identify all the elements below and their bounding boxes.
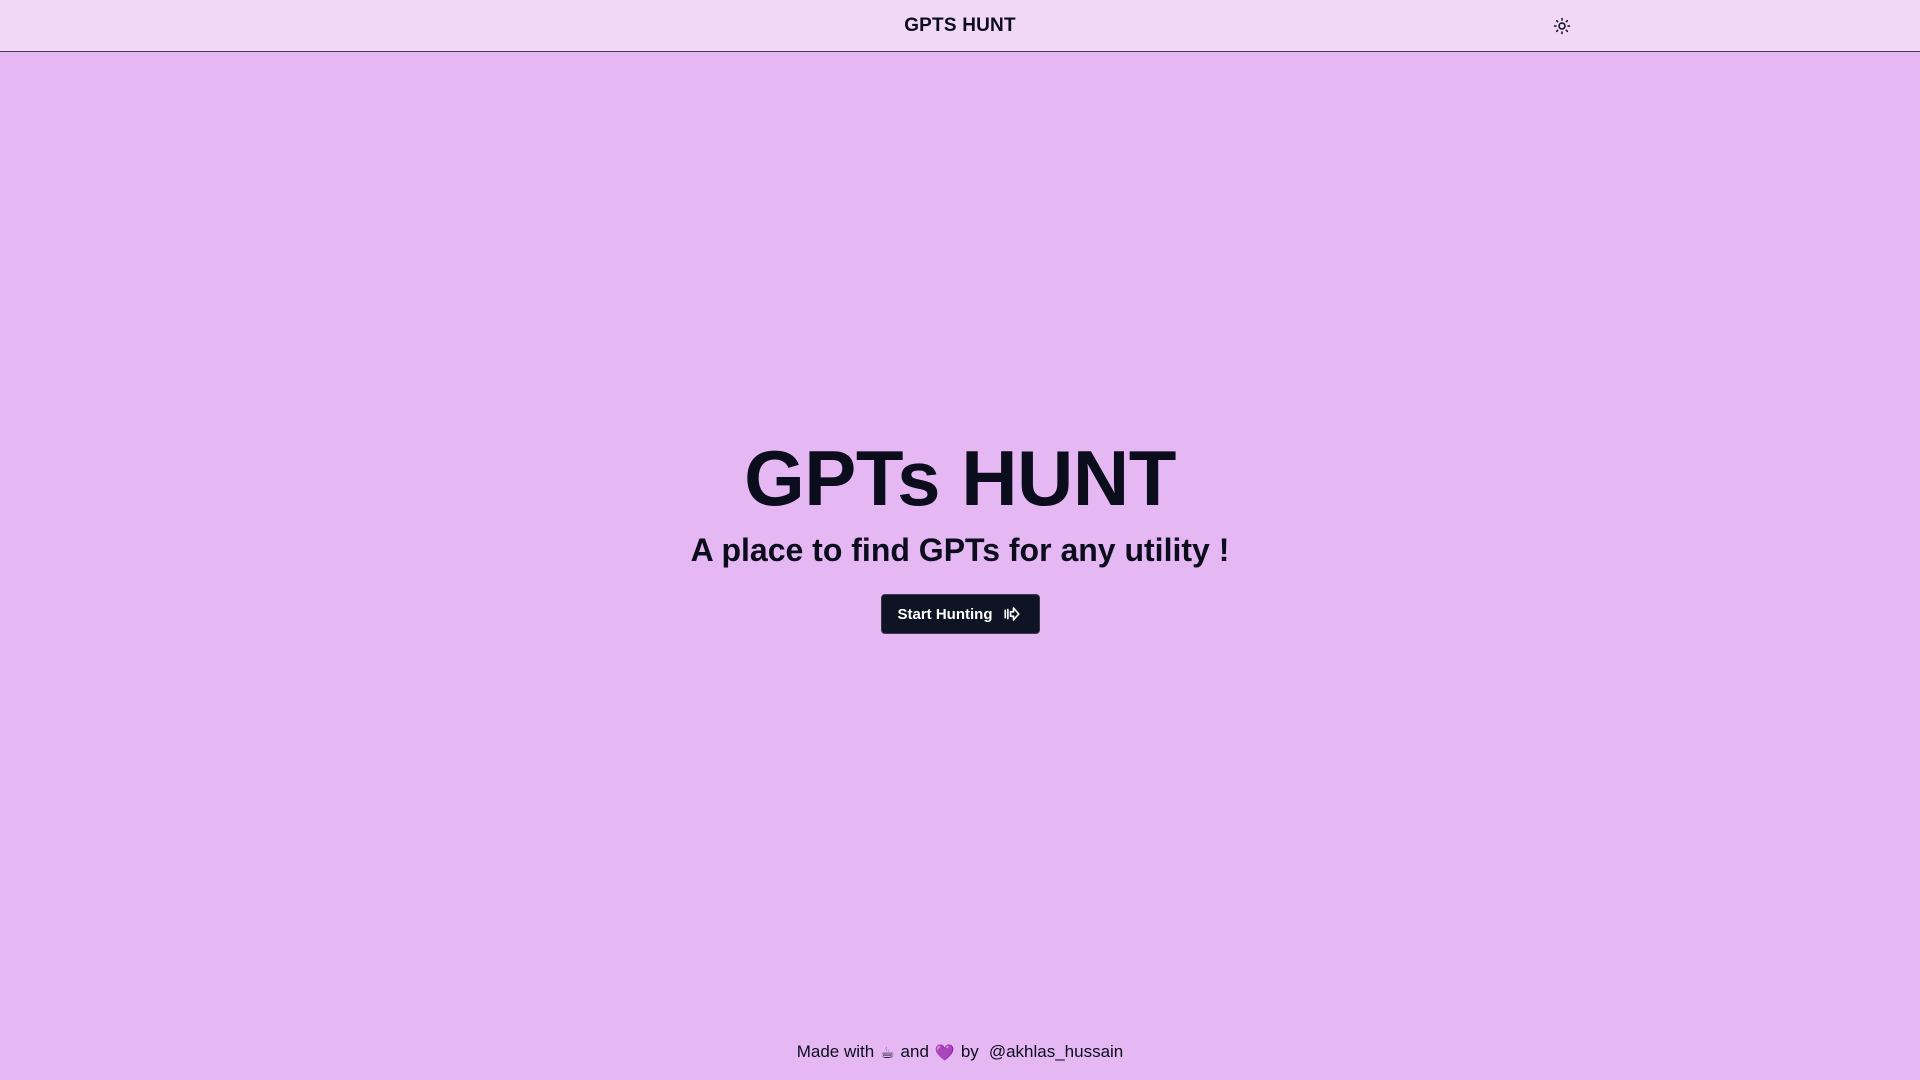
site-title[interactable]: GPTS HUNT [0,0,1920,51]
arrow-right-icon [1003,605,1021,623]
start-hunting-button[interactable]: Start Hunting [880,594,1040,634]
footer-and: and [900,1042,929,1061]
hero-title: GPTs HUNT [744,434,1176,522]
start-hunting-label: Start Hunting [897,605,993,623]
hero-subtitle: A place to find GPTs for any utility ! [690,532,1230,568]
footer-by: by [960,1042,979,1061]
footer-made-with: Made with [796,1042,875,1061]
footer: Made with ☕ and 💜 by @akhlas_hussain [0,1040,1920,1064]
sun-icon [1553,17,1571,35]
coffee-icon: ☕ [880,1042,895,1062]
author-link[interactable]: @akhlas_hussain [989,1042,1123,1062]
theme-toggle-button[interactable] [1548,12,1576,40]
navbar: GPTS HUNT [0,0,1920,52]
hero-section: GPTs HUNT A place to find GPTs for any u… [0,430,1920,634]
heart-icon: 💜 [934,1042,955,1062]
